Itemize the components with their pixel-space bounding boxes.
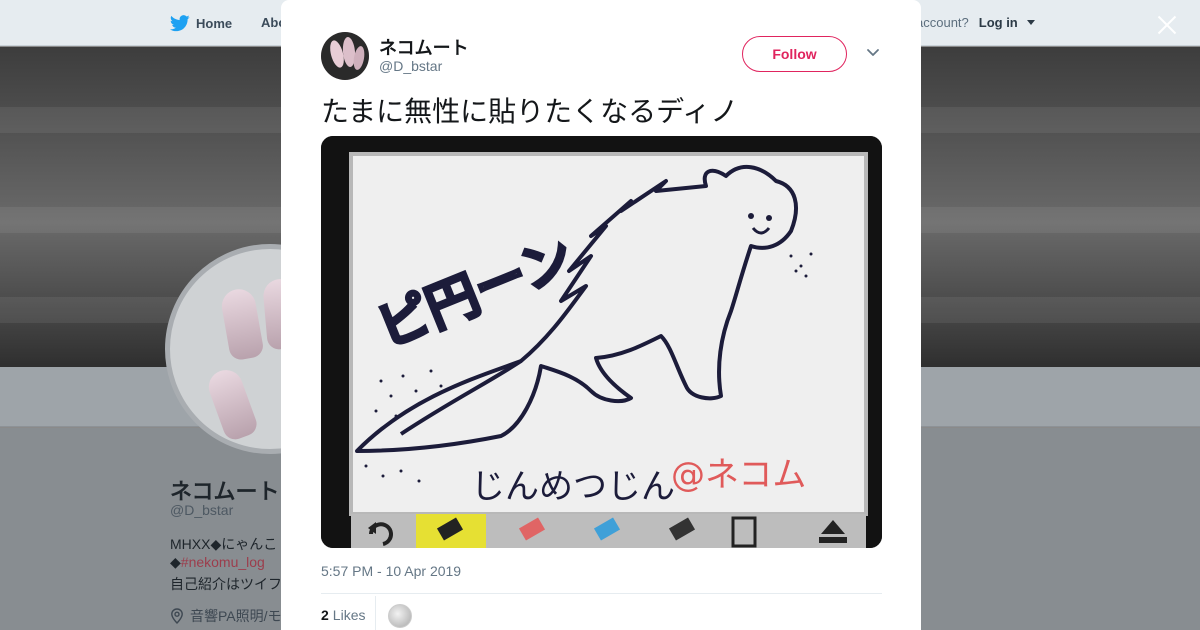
tweet-text: たまに無性に貼りたくなるディノ	[321, 95, 739, 128]
divider	[321, 593, 882, 594]
tweet-image[interactable]: ピ円ーン じんめつじん @ネコム	[321, 136, 882, 548]
likes-label: Likes	[332, 607, 366, 623]
profile-bio-line: MHXX◆にゃんこ	[170, 536, 278, 552]
tweet-modal: ネコムート @D_bstar Follow たまに無性に貼りたくなるディノ ピ円…	[281, 0, 921, 630]
profile-location: 音響PA照明/モ	[170, 606, 282, 626]
drawing-image: ピ円ーン じんめつじん @ネコム	[321, 136, 882, 548]
nav-home[interactable]: Home	[170, 15, 232, 32]
drawing-text-3: @ネコム	[671, 455, 806, 495]
profile-bio-line: ◆#nekomu_log	[170, 554, 265, 571]
tweet-timestamp[interactable]: 5:57 PM - 10 Apr 2019	[321, 563, 461, 579]
account-prompt: account?	[916, 15, 969, 30]
avatar-nail	[219, 286, 265, 362]
location-text: 音響PA照明/モ	[190, 608, 282, 624]
tweet-author-avatar[interactable]	[321, 32, 369, 80]
hashtag-link[interactable]: #nekomu_log	[181, 554, 265, 570]
divider	[375, 596, 376, 630]
login-link[interactable]: Log in	[979, 15, 1018, 30]
tweet-author-handle[interactable]: @D_bstar	[379, 58, 442, 74]
likes-number: 2	[321, 607, 329, 623]
liker-avatar[interactable]	[388, 604, 412, 628]
twitter-bird-icon	[170, 15, 190, 32]
follow-button[interactable]: Follow	[742, 36, 847, 72]
likes-count[interactable]: 2 Likes	[321, 607, 365, 623]
login-area: account? Log in	[916, 15, 1035, 30]
profile-bio-line: 自己紹介はツイフ	[170, 576, 282, 592]
caret-down-icon[interactable]	[1026, 20, 1035, 25]
drawing-text-2: じんめつじん	[471, 467, 675, 507]
nav-home-label: Home	[196, 16, 233, 31]
profile-handle[interactable]: @D_bstar	[170, 502, 233, 518]
avatar-nail	[204, 365, 260, 443]
tweet-author-name[interactable]: ネコムート	[379, 34, 469, 60]
close-icon[interactable]	[1155, 13, 1179, 37]
avatar-image	[321, 32, 369, 80]
chevron-down-icon[interactable]	[865, 44, 881, 60]
location-pin-icon	[171, 608, 183, 624]
bio-prefix: ◆	[170, 554, 181, 570]
